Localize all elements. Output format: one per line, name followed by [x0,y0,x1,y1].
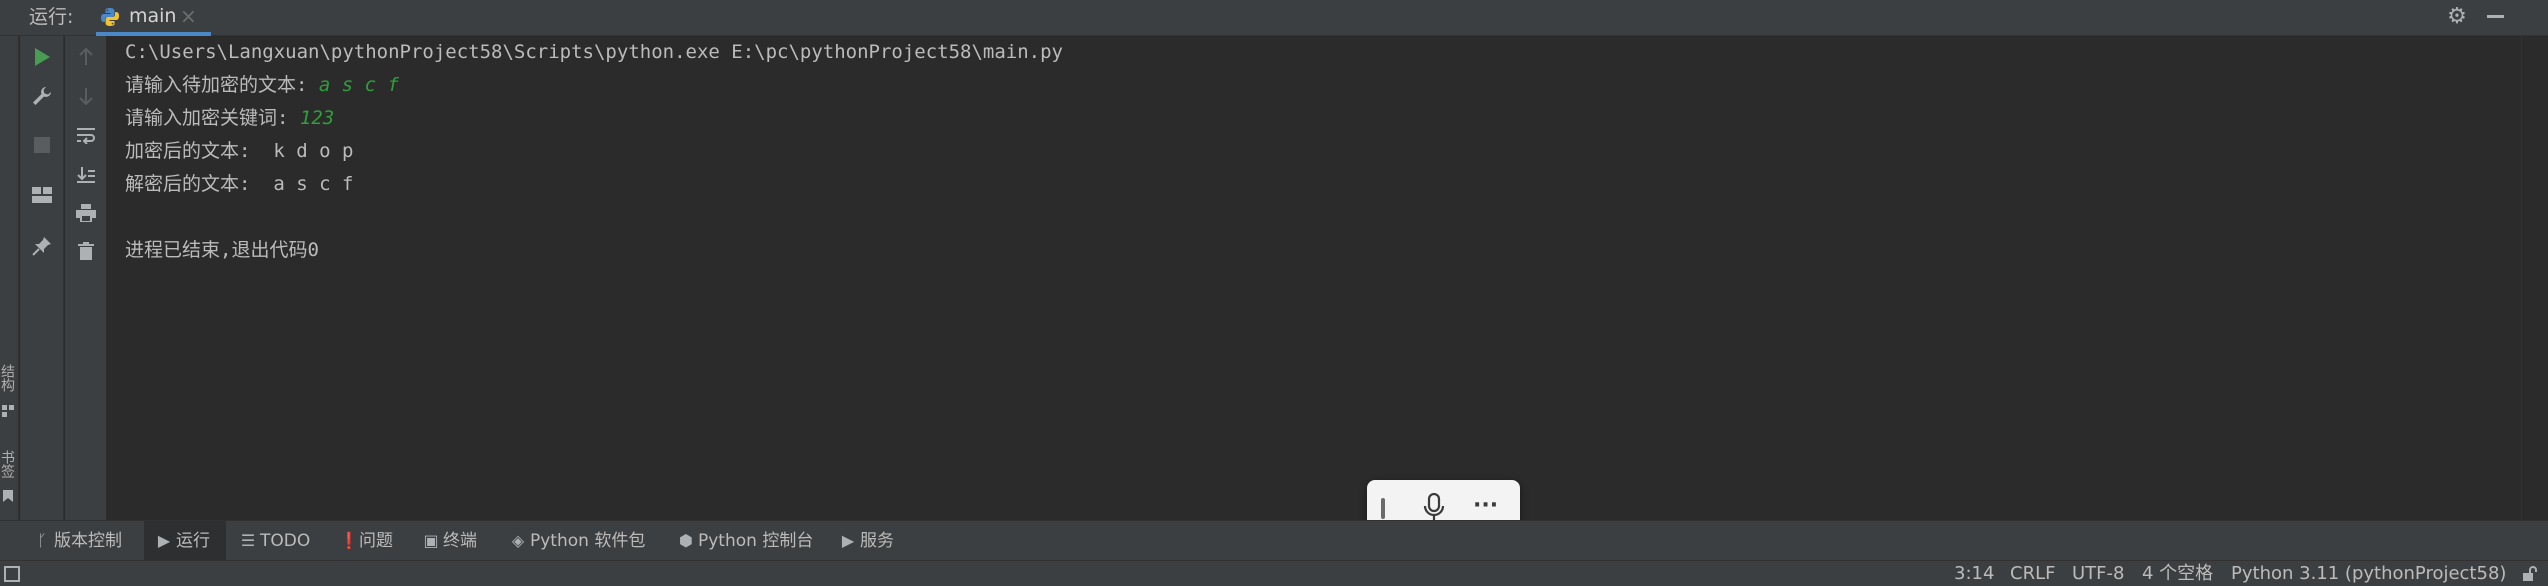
console-line: 解密后的文本: a s c f [125,173,354,195]
tool-window-python-packages[interactable]: ◈ Python 软件包 [510,521,650,561]
tool-window-run[interactable]: ▶ 运行 [144,521,226,561]
tool-window-problems[interactable]: ❗问题 [339,521,405,561]
terminal-icon: ▣ [423,531,439,550]
microphone-icon[interactable] [1423,493,1445,523]
tab-main[interactable]: main × [96,0,211,36]
tool-windows-bar: ᚴ 版本控制 ▶ 运行 ☰ TODO ❗问题 ▣ 终端 ◈ Python 软件包 ⬢ Pyt… [0,520,2548,561]
stop-icon [34,137,50,153]
console-line: 请输入加密关键词: 123 [125,107,335,129]
arrow-down-icon [79,88,93,105]
stop-button[interactable] [27,130,57,160]
print-icon [76,204,96,222]
services-icon: ▶ [841,531,855,550]
pin-tab-button[interactable] [27,231,57,261]
console-scrollbar[interactable] [2521,36,2522,520]
bookmark-icon [3,490,13,502]
todo-icon: ☰ [240,531,256,550]
console-line: 请输入待加密的文本: a s c f [125,74,399,96]
tool-window-services[interactable]: ▶ 服务 [840,521,906,561]
scroll-to-end-icon [77,167,95,183]
soft-wrap-icon [77,128,95,144]
python-interpreter[interactable]: Python 3.11 (pythonProject58) [2231,561,2506,586]
run-controls-gutter [20,36,64,520]
tool-window-version-control[interactable]: ᚴ 版本控制 [34,521,134,561]
more-options-icon[interactable]: ··· [1473,491,1498,521]
left-tool-strip: 结构 书签 [0,36,19,520]
tool-window-python-console[interactable]: ⬢ Python 控制台 [678,521,814,561]
layout-button[interactable] [27,180,57,210]
status-bar: 3:14 CRLF UTF-8 4 个空格 Python 3.11 (pytho… [0,560,2548,586]
rerun-button[interactable] [27,42,57,72]
version-control-icon: ᚴ [37,531,47,550]
close-icon[interactable]: × [180,0,197,32]
previous-occurrence-button[interactable] [71,42,101,72]
trash-icon [78,242,94,260]
unlock-icon[interactable] [2522,566,2538,582]
process-finished-message: 进程已结束,退出代码0 [125,239,319,261]
console-controls-gutter [65,36,107,520]
caret-position[interactable]: 3:14 [1954,561,1994,586]
edit-configuration-button[interactable] [27,81,57,111]
run-window-title: 运行: [29,6,74,28]
python-file-icon [101,8,119,26]
python-console-icon: ⬢ [679,531,693,550]
file-encoding[interactable]: UTF-8 [2072,561,2124,586]
layout-icon [32,187,52,203]
tab-main-label: main [129,5,177,27]
indent-setting[interactable]: 4 个空格 [2142,561,2213,586]
line-separator[interactable]: CRLF [2010,561,2055,586]
soft-wrap-button[interactable] [71,120,101,150]
drag-handle-icon[interactable] [1381,498,1385,519]
minimize-icon[interactable] [2487,15,2504,18]
structure-tab[interactable]: 结构 [0,364,17,392]
bookmarks-tab[interactable]: 书签 [0,450,17,478]
next-occurrence-button[interactable] [71,81,101,111]
console-line: 加密后的文本: k d o p [125,140,354,162]
problems-icon: ❗ [339,531,359,550]
wrench-icon [33,87,51,105]
run-tool-window-header: 运行: main × ⚙ [0,0,2548,36]
play-icon [35,48,50,66]
console-line: C:\Users\Langxuan\pythonProject58\Script… [125,41,1063,63]
user-input-text: a s c f [318,74,399,96]
clear-all-button[interactable] [71,236,101,266]
pin-icon [32,237,51,256]
console-output[interactable]: C:\Users\Langxuan\pythonProject58\Script… [108,36,2548,520]
arrow-up-icon [79,48,93,65]
structure-icon [2,405,14,417]
tool-window-todo[interactable]: ☰ TODO [240,521,316,561]
run-icon: ▶ [157,531,171,550]
gear-icon[interactable]: ⚙ [2446,3,2468,31]
print-button[interactable] [71,198,101,228]
scroll-to-end-button[interactable] [71,160,101,190]
tool-windows-toggle-icon[interactable] [4,566,20,582]
python-packages-icon: ◈ [511,531,525,550]
tool-window-terminal[interactable]: ▣ 终端 [423,521,493,561]
user-input-keyword: 123 [299,107,335,129]
